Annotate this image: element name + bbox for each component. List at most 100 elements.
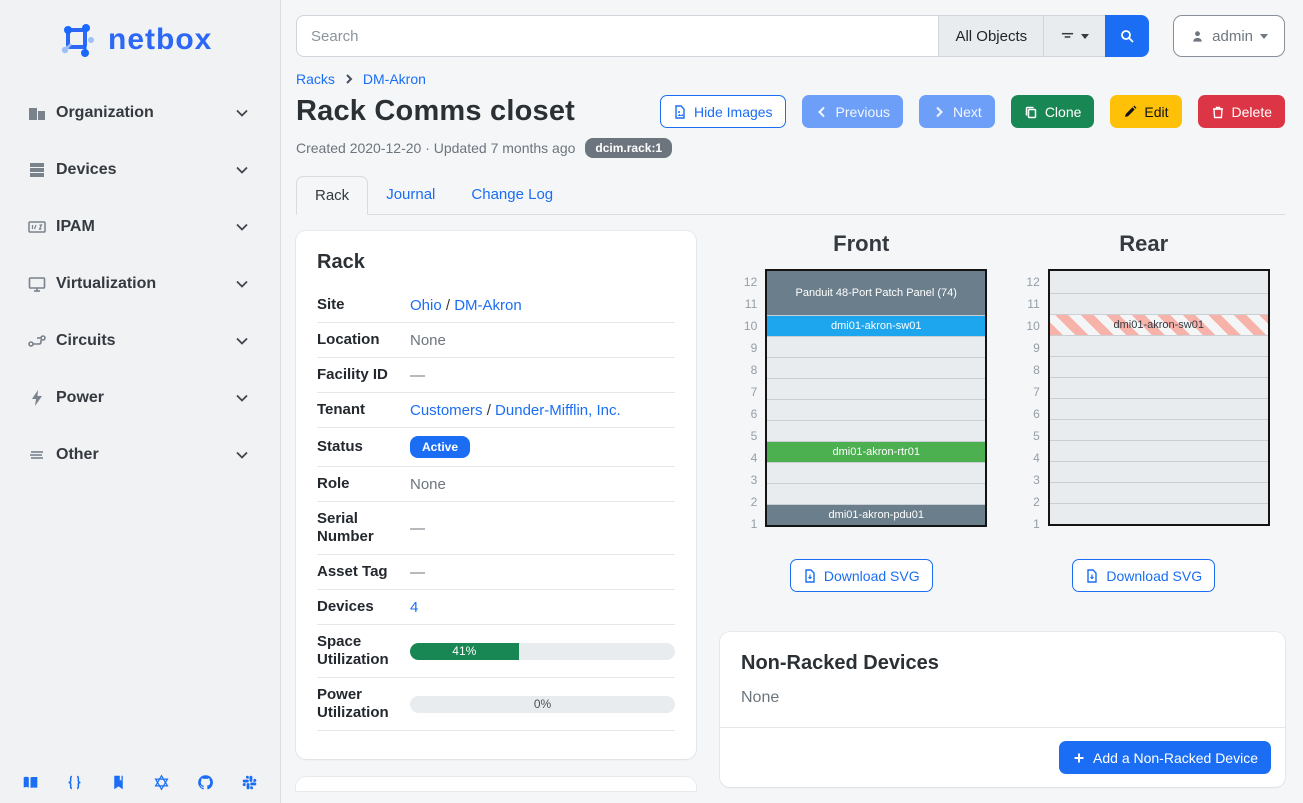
previous-button[interactable]: Previous [802, 95, 903, 128]
delete-button[interactable]: Delete [1198, 95, 1285, 128]
pencil-icon [1123, 105, 1137, 119]
rack-empty-slot[interactable] [1050, 440, 1268, 461]
sidebar-item-power[interactable]: Power [0, 369, 280, 426]
rest-api-braces-icon[interactable] [66, 774, 83, 791]
object-id-badge: dcim.rack:1 [585, 138, 672, 158]
download-svg-front-button[interactable]: Download SVG [790, 559, 933, 592]
sidebar-item-ipam[interactable]: IPAM [0, 198, 280, 255]
tab-content: Rack Site Ohio / DM-Akron Location [296, 231, 1285, 791]
tenant-link[interactable]: Dunder-Mifflin, Inc. [495, 402, 621, 419]
rack-empty-slot[interactable] [767, 357, 985, 378]
tab-rack[interactable]: Rack [296, 176, 368, 215]
sidebar-item-devices[interactable]: Devices [0, 141, 280, 198]
rack-empty-slot[interactable] [767, 483, 985, 504]
copy-icon [1024, 105, 1038, 119]
rack-unit-number: 2 [1018, 491, 1040, 513]
slack-icon[interactable] [241, 774, 258, 791]
sidebar-item-circuits[interactable]: Circuits [0, 312, 280, 369]
rack-body: Panduit 48-Port Patch Panel (74)dmi01-ak… [765, 269, 987, 527]
building-icon [27, 103, 47, 123]
created-updated-text: Created 2020-12-20 · Updated 7 months ag… [296, 140, 575, 156]
search-input[interactable] [296, 15, 938, 57]
search-filter-button[interactable] [1043, 15, 1105, 57]
graphql-icon[interactable] [153, 774, 170, 791]
netbox-logo[interactable]: netbox [0, 0, 280, 68]
next-card-top [296, 777, 696, 791]
rack-unit-number: 9 [735, 337, 757, 359]
sidebar-item-other[interactable]: Other [0, 426, 280, 483]
rack-empty-slot[interactable] [767, 420, 985, 441]
rack-empty-slot[interactable] [1050, 419, 1268, 440]
attr-row-devices: Devices 4 [317, 590, 675, 625]
site-link[interactable]: DM-Akron [454, 297, 522, 314]
rack-empty-slot[interactable] [767, 378, 985, 399]
rack-empty-slot[interactable] [1050, 293, 1268, 314]
chevron-down-icon [234, 333, 250, 349]
docs-book-icon[interactable] [22, 774, 39, 791]
rack-device[interactable]: dmi01-akron-rtr01 [767, 441, 985, 462]
rack-empty-slot[interactable] [1050, 482, 1268, 503]
front-elevation: Front 121110987654321 Panduit 48-Port Pa… [720, 231, 1003, 592]
non-racked-devices-card: Non-Racked Devices None Add a Non-Racked… [720, 632, 1285, 787]
api-docs-bookmark-icon[interactable] [110, 774, 127, 791]
download-svg-rear-button[interactable]: Download SVG [1072, 559, 1215, 592]
github-icon[interactable] [197, 774, 214, 791]
rack-empty-slot[interactable] [1050, 461, 1268, 482]
rack-unit-number: 8 [1018, 359, 1040, 381]
rack-empty-slot[interactable] [1050, 271, 1268, 293]
attr-row-power-utilization: Power Utilization 0% [317, 678, 675, 731]
rack-empty-slot[interactable] [1050, 377, 1268, 398]
rack-device[interactable]: Panduit 48-Port Patch Panel (74) [767, 271, 985, 315]
trash-icon [1211, 105, 1225, 119]
rack-device[interactable]: dmi01-akron-sw01 [1050, 314, 1268, 335]
chevron-down-icon [234, 276, 250, 292]
location-value: None [410, 332, 675, 349]
user-menu-button[interactable]: admin [1173, 15, 1285, 57]
sidebar-item-label: Virtualization [56, 275, 234, 293]
monitor-icon [27, 274, 47, 294]
power-utilization-bar: 0% [410, 696, 675, 713]
topbar: All Objects admin [296, 15, 1285, 57]
rack-unit-number: 6 [735, 403, 757, 425]
rack-empty-slot[interactable] [1050, 335, 1268, 356]
breadcrumb-link-site[interactable]: DM-Akron [363, 71, 426, 87]
add-non-racked-device-button[interactable]: Add a Non-Racked Device [1059, 741, 1271, 774]
rack-device[interactable]: dmi01-akron-sw01 [767, 315, 985, 336]
rack-empty-slot[interactable] [767, 399, 985, 420]
rack-empty-slot[interactable] [767, 462, 985, 483]
sidebar-item-virtualization[interactable]: Virtualization [0, 255, 280, 312]
rack-unit-number: 10 [1018, 315, 1040, 337]
breadcrumb-link-racks[interactable]: Racks [296, 71, 335, 87]
search-scope-button[interactable]: All Objects [938, 15, 1043, 57]
attr-row-facility-id: Facility ID — [317, 358, 675, 393]
edit-button[interactable]: Edit [1110, 95, 1181, 128]
page-header: Rack Comms closet Hide Images Previous [296, 95, 1285, 128]
rack-empty-slot[interactable] [1050, 503, 1268, 524]
right-column: Front 121110987654321 Panduit 48-Port Pa… [720, 231, 1285, 787]
rack-unit-number: 11 [735, 293, 757, 315]
next-button[interactable]: Next [919, 95, 995, 128]
clone-button[interactable]: Clone [1011, 95, 1095, 128]
rack-empty-slot[interactable] [1050, 398, 1268, 419]
sidebar-item-organization[interactable]: Organization [0, 84, 280, 141]
object-meta: Created 2020-12-20 · Updated 7 months ag… [296, 138, 1285, 158]
app: netbox Organization Devices [0, 0, 1303, 803]
rack-unit-number: 11 [1018, 293, 1040, 315]
global-search: All Objects [296, 15, 1149, 57]
rack-empty-slot[interactable] [1050, 356, 1268, 377]
hide-images-button[interactable]: Hide Images [660, 95, 786, 128]
tab-journal[interactable]: Journal [368, 176, 453, 214]
rack-device[interactable]: dmi01-akron-pdu01 [767, 504, 985, 525]
rack-body: dmi01-akron-sw01 [1048, 269, 1270, 526]
rack-unit-number: 3 [735, 469, 757, 491]
rack-empty-slot[interactable] [767, 336, 985, 357]
tenant-group-link[interactable]: Customers [410, 402, 483, 419]
front-rack-diagram: 121110987654321 Panduit 48-Port Patch Pa… [735, 269, 987, 535]
rear-elevation: Rear 121110987654321 dmi01-akron-sw01 Do… [1003, 231, 1286, 592]
tab-change-log[interactable]: Change Log [453, 176, 571, 214]
search-submit-button[interactable] [1105, 15, 1149, 57]
netbox-logo-icon [58, 20, 98, 60]
site-group-link[interactable]: Ohio [410, 297, 442, 314]
devices-count-link[interactable]: 4 [410, 599, 418, 616]
rack-unit-number: 9 [1018, 337, 1040, 359]
